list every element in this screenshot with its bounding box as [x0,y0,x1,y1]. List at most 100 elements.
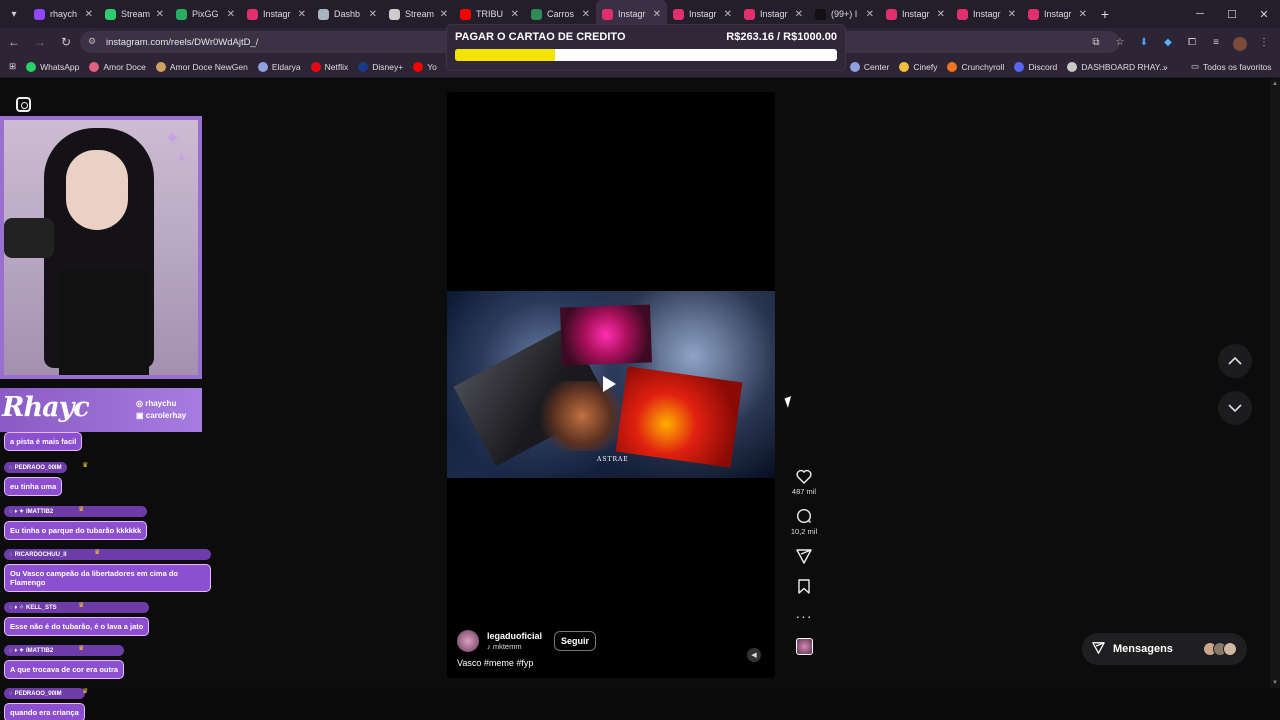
bookmark-favicon-icon [413,61,424,72]
reload-icon[interactable]: ↻ [54,30,78,54]
tab-1[interactable]: rhaych ✕ [28,0,99,28]
instagram-icon [1028,8,1039,20]
audio-thumbnail-image[interactable] [795,638,813,655]
minimize-icon[interactable]: ─ [1184,0,1216,28]
send-icon[interactable] [794,546,814,566]
tab-3[interactable]: PixGG ✕ [170,0,241,28]
scroll-up-arrow-icon[interactable]: ▲ [1272,81,1278,87]
author-name[interactable]: legaduoficial [487,631,542,642]
bookmark-favicon-icon [257,61,268,72]
download-icon[interactable]: ⬇ [1134,32,1154,52]
tab-close-icon[interactable]: ✕ [1079,9,1087,20]
more-options-icon[interactable]: ··· [794,606,814,626]
next-reel-button[interactable] [1218,391,1252,425]
bookmark-item[interactable]: WhatsApp [21,61,84,72]
bookmark-icon[interactable] [794,576,814,596]
tab-close-icon[interactable]: ✕ [156,9,164,20]
messages-button[interactable]: Mensagens [1082,633,1247,665]
maximize-icon[interactable]: ☐ [1216,0,1248,28]
like-action[interactable]: 487 mil [792,466,816,496]
tab-close-icon[interactable]: ✕ [298,9,306,20]
url-text: instagram.com/reels/DWr0WdAjtD_/ [106,36,259,48]
tab-close-icon[interactable]: ✕ [795,9,803,20]
tab-close-icon[interactable]: ✕ [1008,9,1016,20]
bookmarks-overflow-icon[interactable]: » [1158,62,1173,72]
webcam-frame: ✦ ✦ [0,116,202,379]
tab-5[interactable]: Dashb ✕ [312,0,383,28]
tab-close-icon[interactable]: ✕ [582,9,590,20]
browser-menu-icon[interactable]: ⋮ [1254,32,1274,52]
tab-close-icon[interactable]: ✕ [653,9,661,20]
bookmark-item[interactable]: Netflix [306,61,354,72]
bookmark-item[interactable]: Disney+ [353,61,408,72]
tab-close-icon[interactable]: ✕ [937,9,945,20]
author-avatar[interactable] [457,630,479,652]
tab-search-icon[interactable]: ▾ [0,0,28,28]
bookmark-item[interactable]: Eldarya [253,61,306,72]
new-tab-button[interactable]: + [1093,6,1117,22]
username-text: IMATTIB2 [26,647,54,654]
bookmark-star-icon[interactable]: ☆ [1110,32,1130,52]
chevron-down-icon [1228,399,1242,417]
install-app-icon[interactable]: ⧉ [1086,32,1106,52]
instagram-logo-icon[interactable] [16,97,31,112]
audio-label[interactable]: ♪ mktemm [487,642,542,651]
apps-grid-icon[interactable]: ⊞ [4,61,21,72]
extensions-icon[interactable]: ⧠ [1182,32,1202,52]
share-action[interactable] [794,546,814,566]
tab-close-icon[interactable]: ✕ [227,9,235,20]
profile-avatar-icon[interactable] [1230,32,1250,52]
streamer-face [66,150,128,230]
bookmark-item[interactable]: DASHBOARD RHAY... [1062,61,1171,72]
volume-icon[interactable]: ◀ [747,648,761,662]
chat-message: ◌ PEDRAOO_00IM ♛ quando era criança [4,688,88,720]
all-bookmarks-folder[interactable]: ▭ Todos os favoritos [1186,61,1277,72]
tab-6[interactable]: Stream ✕ [383,0,454,28]
save-action[interactable] [794,576,814,596]
bookmark-favicon-icon [947,61,958,72]
comment-action[interactable]: 10,2 mil [791,506,817,536]
tab-close-icon[interactable]: ✕ [369,9,377,20]
tab-13[interactable]: Instagr ✕ [880,0,951,28]
tab-14[interactable]: Instagr ✕ [951,0,1022,28]
tab-close-icon[interactable]: ✕ [85,9,93,20]
more-action[interactable]: ··· [794,606,814,626]
tab-close-icon[interactable]: ✕ [866,9,874,20]
follow-button[interactable]: Seguir [554,631,597,651]
messages-label: Mensagens [1113,643,1173,655]
back-icon[interactable]: ← [2,30,26,54]
tab-close-icon[interactable]: ✕ [440,9,448,20]
comment-icon[interactable] [794,506,814,526]
bookmark-item[interactable]: Crunchyroll [942,61,1009,72]
bookmark-item[interactable]: Amor Doce NewGen [151,61,253,72]
play-icon[interactable] [603,376,616,392]
media-icon[interactable]: ≡ [1206,32,1226,52]
forward-icon[interactable]: → [28,30,52,54]
page-scrollbar[interactable]: ▲ ▼ [1270,79,1280,688]
audio-thumbnail[interactable] [795,638,813,655]
reel-video[interactable]: ASTRAE legaduoficial ♪ mktemm Seguir Vas… [447,92,775,678]
scroll-down-arrow-icon[interactable]: ▼ [1272,680,1278,686]
comment-count: 10,2 mil [790,527,818,536]
extension-gem-icon[interactable]: ◆ [1158,32,1178,52]
bookmark-label: WhatsApp [40,61,80,72]
close-window-icon[interactable]: ✕ [1248,0,1280,28]
streamelements-icon [105,8,116,20]
bookmark-item[interactable]: Yo [408,61,442,72]
tab-close-icon[interactable]: ✕ [511,9,519,20]
tab-15[interactable]: Instagr ✕ [1022,0,1093,28]
bookmark-item[interactable]: Center [845,61,895,72]
crown-icon: ♛ [78,645,85,652]
bookmark-label: Cinefy [913,61,938,72]
crown-icon: ♛ [82,462,89,469]
tab-close-icon[interactable]: ✕ [724,9,732,20]
tab-2[interactable]: Stream ✕ [99,0,170,28]
crown-icon: ♛ [78,602,85,609]
bookmark-item[interactable]: Cinefy [894,61,942,72]
site-info-icon[interactable]: ⚙ [88,36,100,48]
bookmark-item[interactable]: Discord [1009,61,1062,72]
previous-reel-button[interactable] [1218,344,1252,378]
tab-4[interactable]: Instagr ✕ [241,0,312,28]
heart-icon[interactable] [794,466,814,486]
bookmark-item[interactable]: Amor Doce [84,61,151,72]
